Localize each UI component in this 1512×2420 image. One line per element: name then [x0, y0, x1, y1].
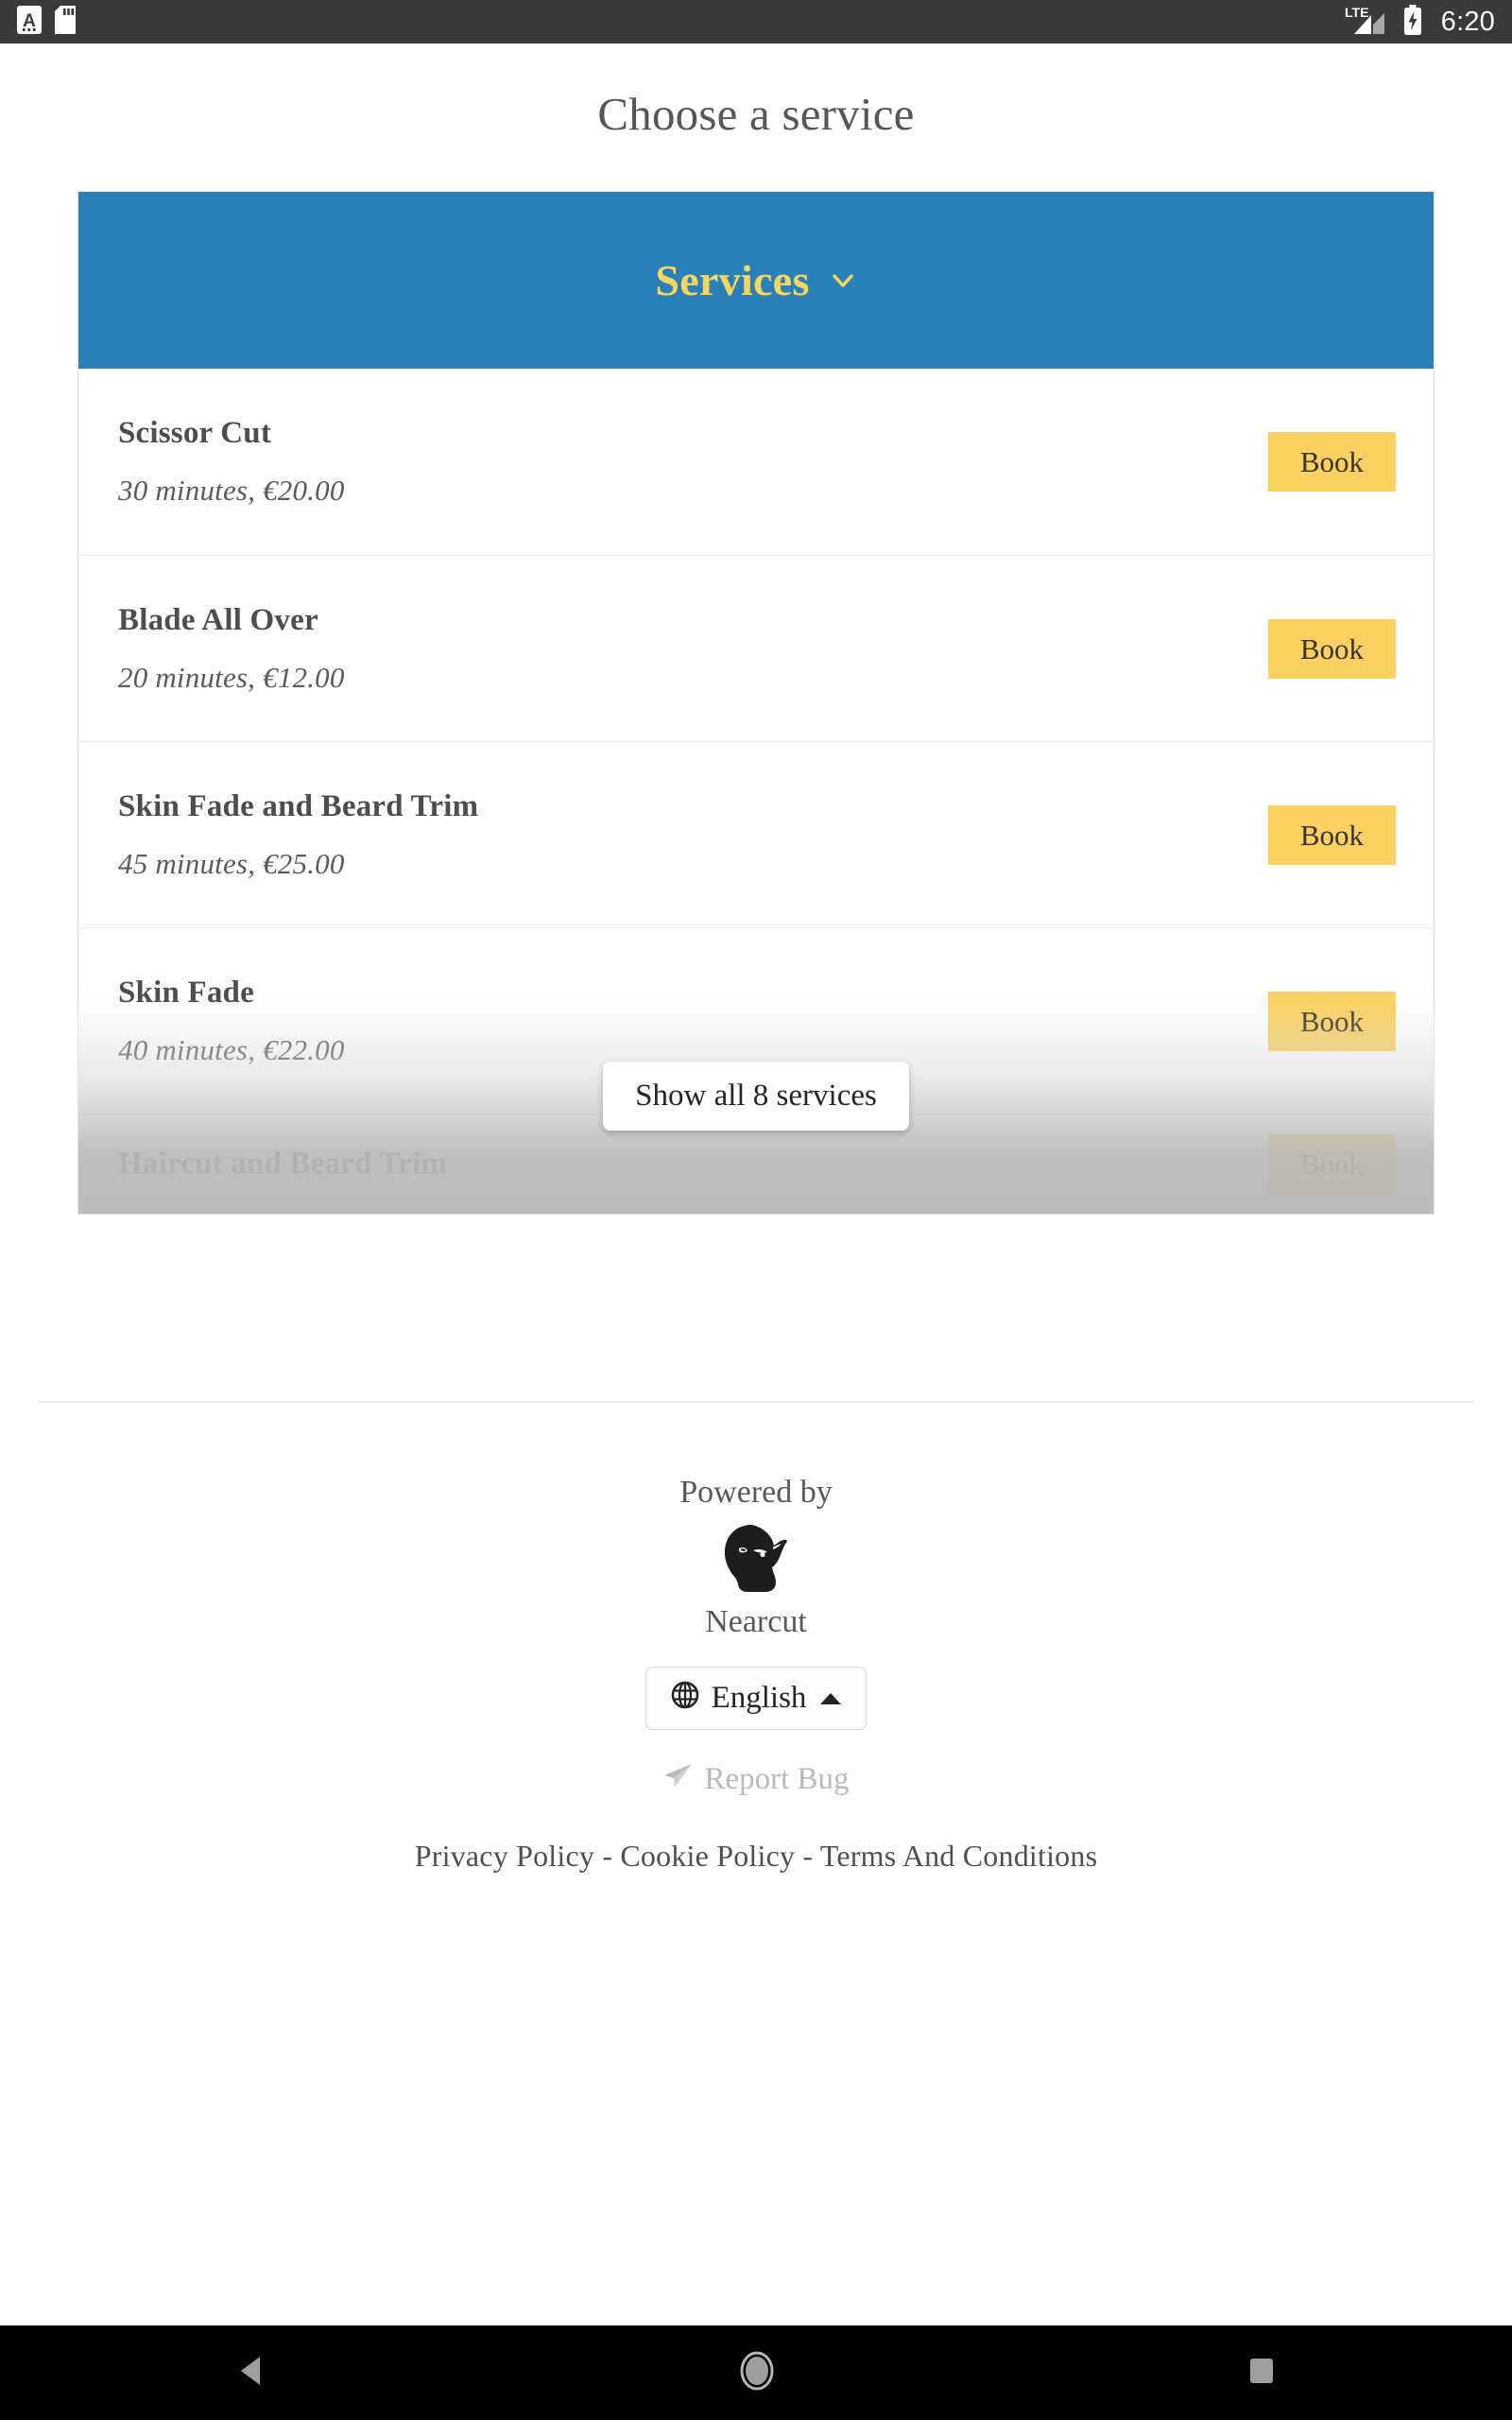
- terms-and-conditions-link[interactable]: Terms And Conditions: [820, 1839, 1097, 1873]
- home-circle-icon[interactable]: [738, 2350, 776, 2396]
- status-bar: A LTE 6:20: [0, 0, 1512, 43]
- service-meta: 45 minutes, €25.00: [118, 846, 345, 880]
- book-button[interactable]: Book: [1267, 432, 1396, 492]
- privacy-policy-link[interactable]: Privacy Policy: [415, 1839, 594, 1873]
- service-info: Scissor Cut 30 minutes, €20.00: [118, 416, 345, 508]
- paper-plane-icon: [662, 1762, 693, 1797]
- service-name: Haircut and Beard Trim: [118, 1147, 448, 1181]
- bearded-man-logo-icon: [716, 1522, 796, 1599]
- powered-by-label: Powered by: [679, 1475, 833, 1510]
- table-row[interactable]: Scissor Cut 30 minutes, €20.00 Book: [78, 369, 1434, 555]
- service-meta: 30 minutes, €20.00: [118, 474, 345, 507]
- cookie-policy-link[interactable]: Cookie Policy: [620, 1839, 795, 1873]
- services-header-label: Services: [655, 256, 810, 304]
- status-bar-left-icons: A: [17, 5, 76, 39]
- show-all-services-button[interactable]: Show all 8 services: [603, 1062, 909, 1131]
- status-bar-clock: 6:20: [1440, 6, 1495, 37]
- table-row[interactable]: Blade All Over 20 minutes, €12.00 Book: [78, 555, 1434, 741]
- svg-text:LTE: LTE: [1345, 5, 1368, 20]
- phone-screen: A LTE 6:20 Choose a service Services Sci…: [0, 0, 1512, 2420]
- service-info: Skin Fade and Beard Trim 45 minutes, €25…: [118, 789, 478, 881]
- book-button[interactable]: Book: [1267, 618, 1396, 679]
- book-button[interactable]: Book: [1267, 991, 1396, 1051]
- service-name: Skin Fade and Beard Trim: [118, 788, 479, 823]
- service-info: Skin Fade 40 minutes, €22.00: [118, 976, 345, 1067]
- legal-links: Privacy Policy - Cookie Policy - Terms A…: [415, 1839, 1097, 1874]
- services-card-header[interactable]: Services: [78, 192, 1434, 369]
- status-bar-right-icons: LTE 6:20: [1343, 4, 1495, 41]
- service-list: Scissor Cut 30 minutes, €20.00 Book Blad…: [78, 369, 1434, 1214]
- font-size-a-icon: A: [17, 5, 42, 39]
- page-title: Choose a service: [597, 88, 915, 140]
- android-nav-bar: [0, 2325, 1512, 2420]
- language-selector-button[interactable]: English: [644, 1667, 868, 1730]
- book-button[interactable]: Book: [1267, 804, 1396, 865]
- caret-up-icon: [820, 1692, 842, 1704]
- service-name: Blade All Over: [118, 602, 318, 637]
- language-selector-label: English: [711, 1681, 807, 1715]
- report-bug-label: Report Bug: [704, 1762, 850, 1796]
- services-card: Services Scissor Cut 30 minutes, €20.00 …: [77, 191, 1435, 1215]
- table-row[interactable]: Skin Fade and Beard Trim 45 minutes, €25…: [78, 741, 1434, 927]
- back-triangle-icon[interactable]: [235, 2353, 267, 2394]
- service-meta: 20 minutes, €12.00: [118, 660, 345, 694]
- book-button[interactable]: Book: [1267, 1134, 1396, 1194]
- legal-separator: -: [602, 1839, 613, 1873]
- globe-icon: [671, 1681, 699, 1716]
- sd-card-icon: [55, 5, 76, 39]
- svg-text:A: A: [23, 11, 36, 31]
- lte-signal-icon: LTE: [1343, 4, 1390, 41]
- service-name: Skin Fade: [118, 975, 254, 1010]
- report-bug-link[interactable]: Report Bug: [662, 1762, 850, 1797]
- footer: Powered by Nearcut English Report Bug Pr…: [0, 1475, 1512, 1874]
- show-all-services-wrap: Show all 8 services: [78, 1062, 1434, 1131]
- brand-name: Nearcut: [705, 1604, 807, 1639]
- footer-divider: [38, 1401, 1474, 1403]
- legal-separator: -: [802, 1839, 814, 1873]
- chevron-down-icon: [829, 267, 857, 295]
- recents-square-icon[interactable]: [1246, 2356, 1277, 2391]
- battery-charging-icon: [1403, 4, 1422, 40]
- service-info: Haircut and Beard Trim: [118, 1147, 447, 1182]
- service-name: Scissor Cut: [118, 416, 272, 450]
- service-info: Blade All Over 20 minutes, €12.00: [118, 603, 345, 695]
